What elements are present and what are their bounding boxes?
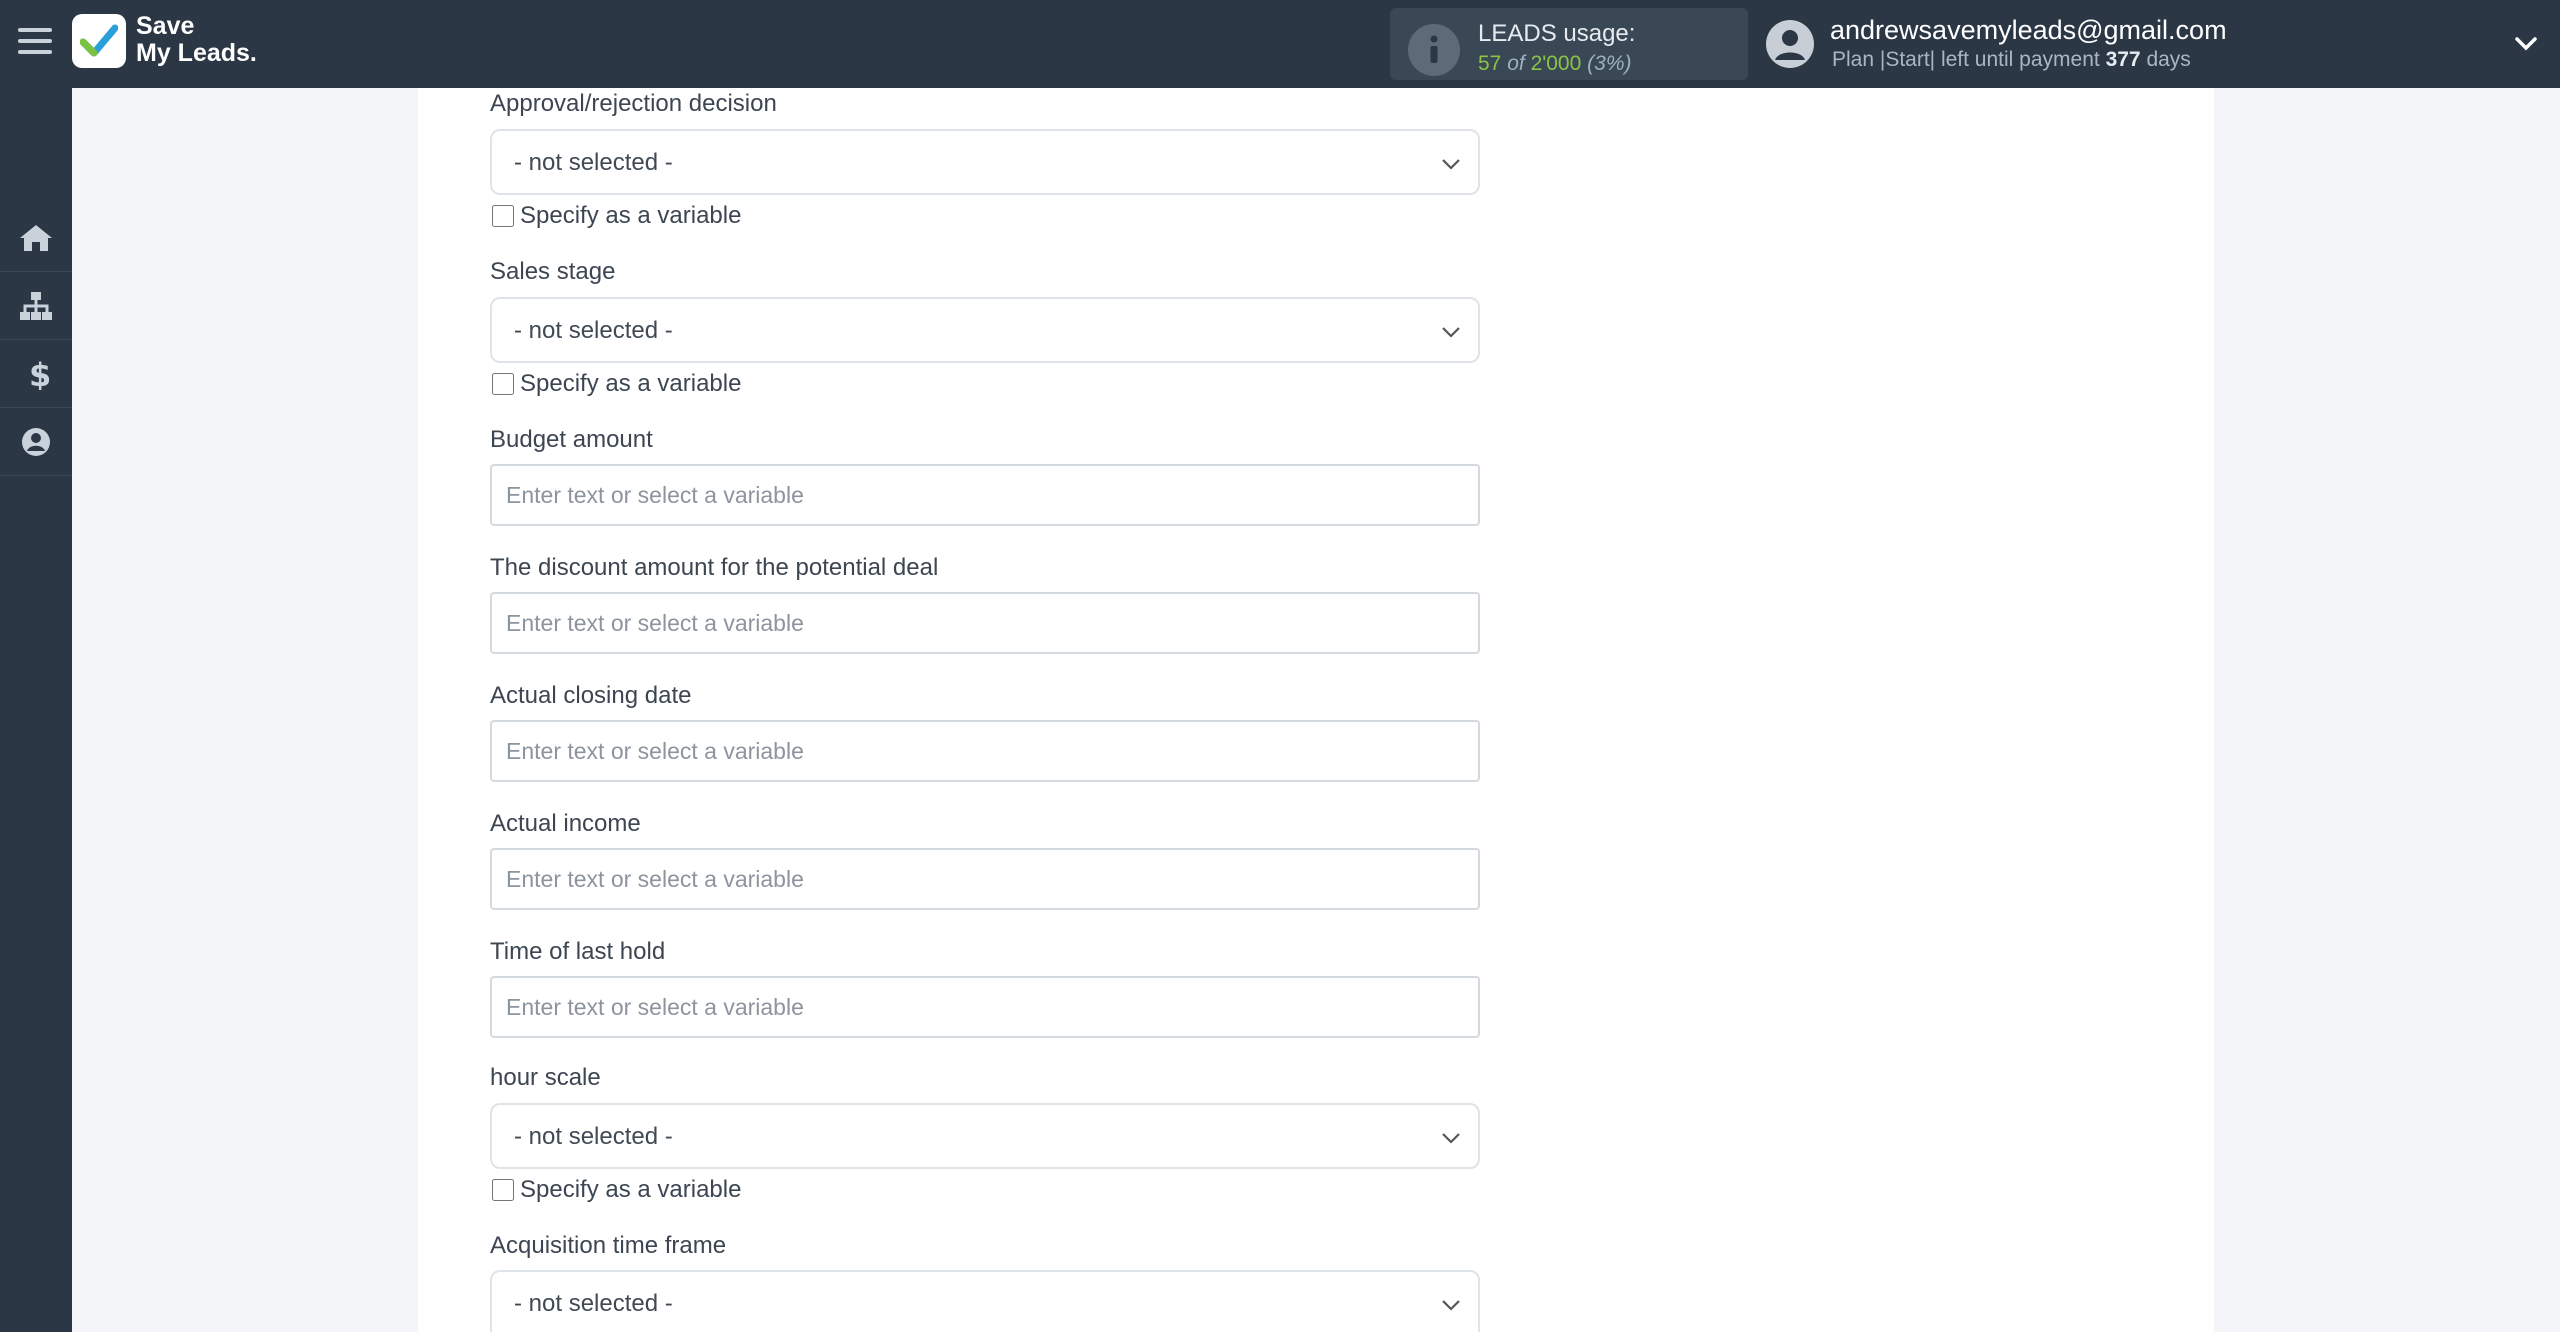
hour-scale-label: hour scale bbox=[490, 1064, 601, 1091]
info-icon bbox=[1408, 24, 1460, 76]
hour-scale-variable-checkbox[interactable] bbox=[492, 1179, 514, 1201]
approval-variable-label[interactable]: Specify as a variable bbox=[520, 202, 741, 230]
sales-stage-variable-checkbox[interactable] bbox=[492, 373, 514, 395]
sidebar-item-connections[interactable] bbox=[0, 272, 72, 340]
user-email[interactable]: andrewsavemyleads@gmail.com bbox=[1830, 15, 2227, 46]
closing-date-label: Actual closing date bbox=[490, 682, 692, 709]
usage-total: 2'000 bbox=[1530, 52, 1582, 75]
plan-days-unit: days bbox=[2146, 48, 2191, 71]
brand-line-1: Save bbox=[136, 12, 195, 40]
acquisition-select-value: - not selected - bbox=[514, 1290, 673, 1317]
leads-usage-panel: LEADS usage: 57 of 2'000 (3%) bbox=[1390, 8, 1748, 80]
acquisition-select[interactable]: - not selected - bbox=[490, 1270, 1480, 1332]
usage-count: 57 of 2'000 (3%) bbox=[1478, 52, 1631, 76]
sidebar-item-home[interactable] bbox=[0, 204, 72, 272]
budget-input[interactable] bbox=[490, 464, 1480, 526]
approval-variable-checkbox[interactable] bbox=[492, 205, 514, 227]
account-icon bbox=[22, 428, 50, 456]
chevron-down-icon bbox=[1442, 159, 1460, 170]
home-icon bbox=[20, 225, 52, 251]
approval-select-value: - not selected - bbox=[514, 149, 673, 176]
hour-scale-variable-label[interactable]: Specify as a variable bbox=[520, 1176, 741, 1204]
discount-label: The discount amount for the potential de… bbox=[490, 554, 939, 581]
income-input[interactable] bbox=[490, 848, 1480, 910]
sales-stage-variable-label[interactable]: Specify as a variable bbox=[520, 370, 741, 398]
sidebar-item-billing[interactable]: $ bbox=[0, 340, 72, 408]
sales-stage-label: Sales stage bbox=[490, 258, 616, 285]
usage-percent: (3%) bbox=[1587, 52, 1632, 75]
brand-line-2: My Leads. bbox=[136, 39, 257, 67]
usage-title: LEADS usage: bbox=[1478, 20, 1636, 47]
acquisition-label: Acquisition time frame bbox=[490, 1232, 727, 1259]
usage-used: 57 bbox=[1478, 52, 1502, 75]
plan-info: Plan |Start| left until payment 377 days bbox=[1832, 48, 2191, 72]
plan-days: 377 bbox=[2105, 48, 2141, 71]
hour-scale-select-value: - not selected - bbox=[514, 1123, 673, 1150]
last-hold-label: Time of last hold bbox=[490, 938, 666, 965]
usage-of: of bbox=[1507, 52, 1525, 75]
plan-text: Plan |Start| left until payment bbox=[1832, 48, 2100, 71]
approval-label: Approval/rejection decision bbox=[490, 90, 777, 117]
sitemap-icon bbox=[20, 292, 52, 320]
svg-text:$: $ bbox=[29, 358, 51, 390]
closing-date-input[interactable] bbox=[490, 720, 1480, 782]
budget-label: Budget amount bbox=[490, 426, 653, 453]
menu-icon[interactable] bbox=[18, 28, 52, 56]
approval-select[interactable]: - not selected - bbox=[490, 129, 1480, 195]
chevron-down-icon bbox=[1442, 327, 1460, 338]
brand-name: Save My Leads. bbox=[136, 13, 257, 67]
chevron-down-icon[interactable] bbox=[2512, 30, 2540, 58]
hour-scale-select[interactable]: - not selected - bbox=[490, 1103, 1480, 1169]
dollar-icon: $ bbox=[29, 358, 51, 390]
logo-icon[interactable] bbox=[72, 14, 126, 68]
sales-stage-select[interactable]: - not selected - bbox=[490, 297, 1480, 363]
sidebar-item-account[interactable] bbox=[0, 408, 72, 476]
chevron-down-icon bbox=[1442, 1133, 1460, 1144]
discount-input[interactable] bbox=[490, 592, 1480, 654]
last-hold-input[interactable] bbox=[490, 976, 1480, 1038]
chevron-down-icon bbox=[1442, 1300, 1460, 1311]
user-avatar-icon[interactable] bbox=[1766, 20, 1814, 68]
sidebar: $ bbox=[0, 88, 72, 1332]
top-bar: Save My Leads. LEADS usage: 57 of 2'000 … bbox=[0, 0, 2560, 88]
income-label: Actual income bbox=[490, 810, 641, 837]
sales-stage-select-value: - not selected - bbox=[514, 317, 673, 344]
